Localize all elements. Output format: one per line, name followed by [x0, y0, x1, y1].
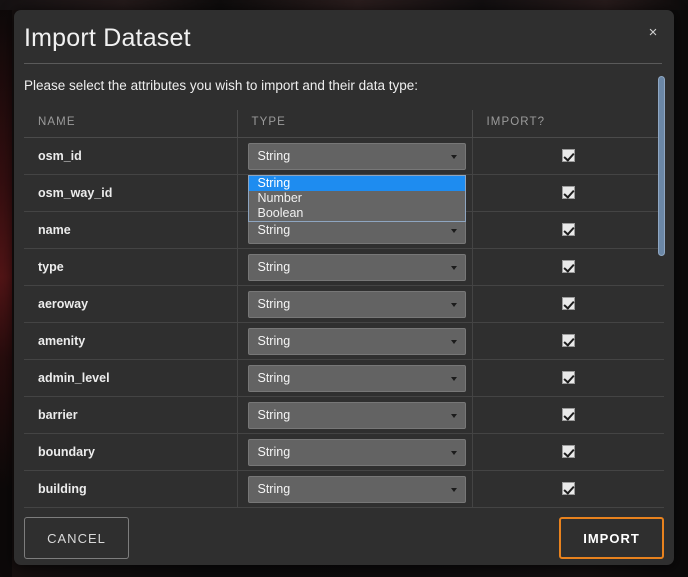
type-select-value: String — [258, 445, 291, 459]
import-checkbox-cell — [472, 471, 664, 508]
attribute-name-cell: name — [24, 212, 237, 249]
type-option-string[interactable]: String — [249, 176, 465, 191]
type-select-value: String — [258, 297, 291, 311]
import-checkbox-aeroway[interactable] — [562, 297, 575, 310]
import-checkbox-cell — [472, 138, 664, 175]
import-checkbox-cell — [472, 212, 664, 249]
table-row: aeroway String — [24, 286, 664, 323]
import-checkbox-cell — [472, 323, 664, 360]
table-row: barrier String — [24, 397, 664, 434]
import-checkbox-cell — [472, 434, 664, 471]
import-checkbox-building[interactable] — [562, 482, 575, 495]
import-checkbox-cell — [472, 397, 664, 434]
table-row: boundary String — [24, 434, 664, 471]
attribute-type-cell: StringStringNumberBoolean — [237, 138, 472, 175]
chevron-down-icon — [451, 488, 457, 492]
table-header-row: NAME TYPE IMPORT? — [24, 110, 664, 138]
type-select-barrier[interactable]: String — [248, 402, 466, 429]
type-select-type[interactable]: String — [248, 254, 466, 281]
type-select-value: String — [258, 371, 291, 385]
attribute-name-cell: building — [24, 471, 237, 508]
import-dataset-dialog: × Import Dataset Please select the attri… — [14, 10, 674, 565]
import-checkbox-cell — [472, 249, 664, 286]
attribute-table-body: osm_idStringStringNumberBooleanosm_way_i… — [24, 138, 664, 508]
attribute-type-cell: String — [237, 323, 472, 360]
import-checkbox-osm_id[interactable] — [562, 149, 575, 162]
chevron-down-icon — [451, 451, 457, 455]
table-row: admin_level String — [24, 360, 664, 397]
attribute-name-cell: aeroway — [24, 286, 237, 323]
type-select-value: String — [258, 260, 291, 274]
attribute-name-cell: admin_level — [24, 360, 237, 397]
vertical-scrollbar[interactable] — [657, 66, 666, 513]
import-checkbox-type[interactable] — [562, 260, 575, 273]
attribute-type-cell: String — [237, 434, 472, 471]
type-select-value: String — [258, 223, 291, 237]
scrollbar-thumb[interactable] — [658, 76, 665, 256]
type-option-number[interactable]: Number — [249, 191, 465, 206]
type-select-aeroway[interactable]: String — [248, 291, 466, 318]
column-header-import: IMPORT? — [472, 110, 664, 138]
type-select-building[interactable]: String — [248, 476, 466, 503]
table-row: building String — [24, 471, 664, 508]
import-checkbox-boundary[interactable] — [562, 445, 575, 458]
import-checkbox-osm_way_id[interactable] — [562, 186, 575, 199]
attribute-table-scroll-area: NAME TYPE IMPORT? osm_idStringStringNumb… — [24, 110, 664, 513]
table-row: amenity String — [24, 323, 664, 360]
type-select-value: String — [258, 149, 291, 163]
type-dropdown-options: StringNumberBoolean — [248, 175, 466, 222]
attribute-name-cell: boundary — [24, 434, 237, 471]
attribute-type-cell: String — [237, 286, 472, 323]
type-select-amenity[interactable]: String — [248, 328, 466, 355]
attribute-name-cell: amenity — [24, 323, 237, 360]
chevron-down-icon — [451, 303, 457, 307]
attribute-type-cell: String — [237, 360, 472, 397]
chevron-down-icon — [451, 340, 457, 344]
cancel-button[interactable]: CANCEL — [24, 517, 129, 559]
chevron-down-icon — [451, 414, 457, 418]
import-checkbox-cell — [472, 286, 664, 323]
type-select-value: String — [258, 408, 291, 422]
dialog-subtitle: Please select the attributes you wish to… — [14, 64, 674, 93]
attribute-name-cell: barrier — [24, 397, 237, 434]
import-checkbox-amenity[interactable] — [562, 334, 575, 347]
attribute-name-cell: osm_id — [24, 138, 237, 175]
column-header-name: NAME — [24, 110, 237, 138]
dialog-title: Import Dataset — [14, 10, 674, 53]
type-select-osm_id[interactable]: String — [248, 143, 466, 170]
attribute-name-cell: osm_way_id — [24, 175, 237, 212]
attribute-table: NAME TYPE IMPORT? osm_idStringStringNumb… — [24, 110, 664, 508]
attribute-type-cell: String — [237, 471, 472, 508]
table-row: osm_idStringStringNumberBoolean — [24, 138, 664, 175]
dialog-footer: CANCEL IMPORT — [14, 513, 674, 565]
chevron-down-icon — [451, 377, 457, 381]
type-select-admin_level[interactable]: String — [248, 365, 466, 392]
import-button[interactable]: IMPORT — [559, 517, 664, 559]
attribute-type-cell: String — [237, 249, 472, 286]
import-checkbox-cell — [472, 175, 664, 212]
type-select-boundary[interactable]: String — [248, 439, 466, 466]
import-checkbox-admin_level[interactable] — [562, 371, 575, 384]
chevron-down-icon — [451, 229, 457, 233]
import-checkbox-cell — [472, 360, 664, 397]
type-option-boolean[interactable]: Boolean — [249, 206, 465, 221]
chevron-down-icon — [451, 266, 457, 270]
close-icon[interactable]: × — [642, 22, 664, 44]
attribute-type-cell: String — [237, 397, 472, 434]
import-checkbox-name[interactable] — [562, 223, 575, 236]
chevron-down-icon — [451, 155, 457, 159]
table-row: type String — [24, 249, 664, 286]
import-checkbox-barrier[interactable] — [562, 408, 575, 421]
type-select-value: String — [258, 482, 291, 496]
type-select-value: String — [258, 334, 291, 348]
column-header-type: TYPE — [237, 110, 472, 138]
attribute-name-cell: type — [24, 249, 237, 286]
